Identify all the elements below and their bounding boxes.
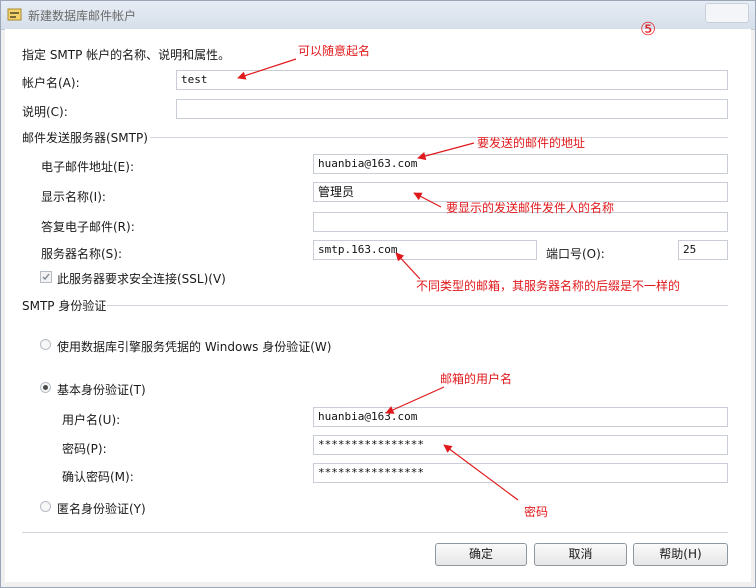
annotation-any-name: 可以随意起名 — [298, 44, 371, 58]
auth-group-title: SMTP 身份验证 — [22, 299, 107, 313]
ssl-checkbox[interactable] — [40, 271, 52, 283]
basic-auth-label: 基本身份验证(T) — [57, 383, 146, 397]
cancel-button[interactable]: 取消 — [534, 543, 627, 566]
email-label: 电子邮件地址(E): — [41, 160, 134, 174]
annotation-server-suffix: 不同类型的邮箱，其服务器名称的后缀是不一样的 — [416, 279, 681, 293]
confirm-password-label: 确认密码(M): — [62, 470, 134, 484]
anonymous-auth-label: 匿名身份验证(Y) — [57, 502, 146, 516]
button-divider — [22, 532, 728, 533]
annotation-email-address: 要发送的邮件的地址 — [477, 136, 586, 150]
description-label: 说明(C): — [22, 105, 68, 119]
windows-auth-radio[interactable] — [40, 339, 51, 350]
ok-button[interactable]: 确定 — [435, 543, 527, 566]
smtp-group-title: 邮件发送服务器(SMTP) — [22, 131, 148, 145]
confirm-password-input[interactable]: **************** — [313, 463, 728, 483]
email-input[interactable]: huanbia@163.com — [313, 154, 728, 174]
anonymous-auth-radio[interactable] — [40, 501, 51, 512]
annotation-mail-user: 邮箱的用户名 — [440, 372, 513, 386]
window-title: 新建数据库邮件帐户 — [28, 9, 137, 23]
basic-auth-radio[interactable] — [40, 382, 51, 393]
step-number-annotation: ⑤ — [640, 19, 657, 40]
app-icon — [7, 8, 22, 21]
windows-auth-label: 使用数据库引擎服务凭据的 Windows 身份验证(W) — [57, 340, 332, 354]
password-label: 密码(P): — [62, 442, 107, 456]
annotation-password: 密码 — [524, 505, 549, 519]
ssl-label: 此服务器要求安全连接(SSL)(V) — [57, 272, 226, 286]
port-label: 端口号(O): — [546, 247, 605, 261]
password-input[interactable]: **************** — [313, 435, 728, 455]
smtp-group-divider — [150, 137, 728, 138]
server-name-label: 服务器名称(S): — [41, 247, 123, 261]
close-button[interactable] — [705, 3, 749, 23]
username-input[interactable]: huanbia@163.com — [313, 407, 728, 427]
username-label: 用户名(U): — [62, 413, 121, 427]
auth-group-divider — [107, 305, 728, 306]
annotation-display-name: 要显示的发送邮件发件人的名称 — [446, 201, 615, 215]
description-input[interactable] — [176, 99, 728, 119]
account-name-label: 帐户名(A): — [22, 76, 80, 90]
reply-email-label: 答复电子邮件(R): — [41, 220, 135, 234]
server-name-input[interactable]: smtp.163.com — [313, 240, 537, 260]
checkmark-icon — [42, 273, 50, 281]
account-name-input[interactable]: test — [176, 70, 728, 90]
intro-text: 指定 SMTP 帐户的名称、说明和属性。 — [22, 48, 231, 62]
port-input[interactable]: 25 — [678, 240, 728, 260]
display-name-label: 显示名称(I): — [41, 190, 106, 204]
help-button[interactable]: 帮助(H) — [633, 543, 728, 566]
